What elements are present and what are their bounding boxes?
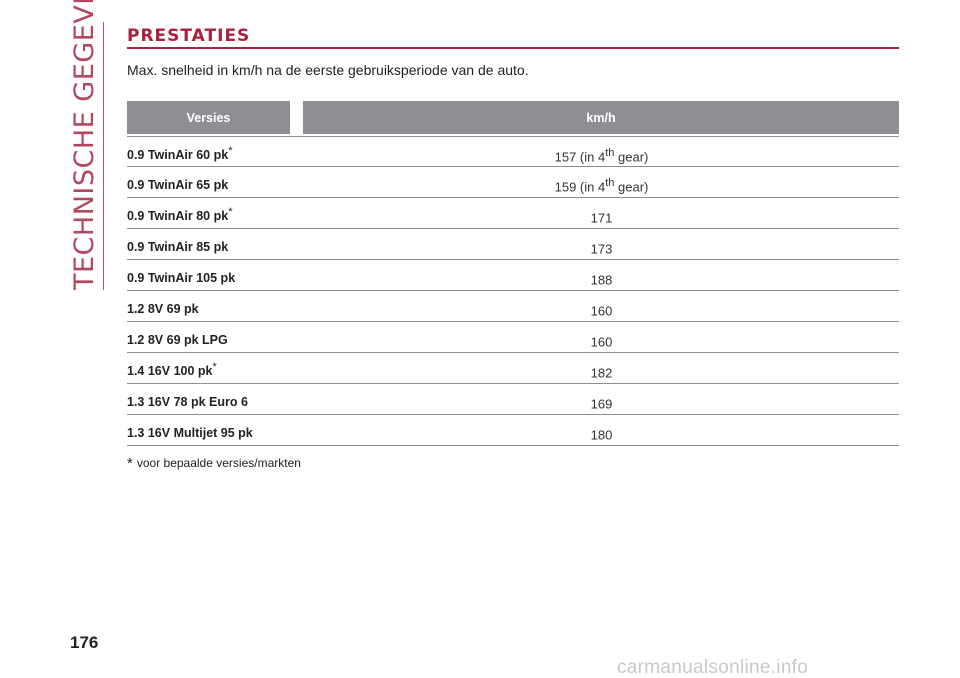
table-row: 0.9 TwinAir 80 pk* 171 xyxy=(127,198,899,229)
table-row: 1.2 8V 69 pk LPG 160 xyxy=(127,322,899,353)
table-row: 1.2 8V 69 pk 160 xyxy=(127,291,899,322)
footnote-text: voor bepaalde versies/markten xyxy=(136,456,301,470)
top-speed-value: 180 xyxy=(590,427,613,443)
version-name: 1.4 16V 100 pk* xyxy=(127,361,217,379)
section-divider xyxy=(103,22,104,290)
table-row: 0.9 TwinAir 105 pk 188 xyxy=(127,260,899,291)
version-name: 1.2 8V 69 pk xyxy=(127,302,199,317)
footnote: * voor bepaalde versies/markten xyxy=(127,455,301,472)
footnote-marker: * xyxy=(212,361,217,373)
top-speed-value: 169 xyxy=(590,396,613,412)
page-number: 176 xyxy=(70,633,99,652)
footnote-marker: * xyxy=(127,455,133,472)
column-header-versies: Versies xyxy=(127,101,290,134)
table-row: 1.3 16V Multijet 95 pk 180 xyxy=(127,415,899,446)
heading-rule xyxy=(127,47,899,49)
page-heading: PRESTATIES xyxy=(127,26,251,46)
table-row: 1.4 16V 100 pk* 182 xyxy=(127,353,899,384)
top-speed-value: 159 (in 4th gear) xyxy=(554,177,649,195)
version-name: 0.9 TwinAir 60 pk* xyxy=(127,145,233,163)
version-name: 1.2 8V 69 pk LPG xyxy=(127,333,228,348)
table-row: 0.9 TwinAir 60 pk* 157 (in 4th gear) xyxy=(127,136,899,167)
version-name: 1.3 16V 78 pk Euro 6 xyxy=(127,395,248,410)
performance-table: 0.9 TwinAir 60 pk* 157 (in 4th gear) 0.9… xyxy=(127,136,899,446)
top-speed-value: 160 xyxy=(590,334,613,350)
watermark: carmanualsonline.info xyxy=(617,657,809,678)
footnote-marker: * xyxy=(228,206,233,218)
section-title-vertical: TECHNISCHE GEGEVENS xyxy=(69,0,100,290)
top-speed-value: 171 xyxy=(590,210,613,226)
version-name: 0.9 TwinAir 85 pk xyxy=(127,240,229,255)
top-speed-value: 160 xyxy=(590,303,613,319)
top-speed-value: 173 xyxy=(590,241,613,257)
version-name: 0.9 TwinAir 65 pk xyxy=(127,178,229,193)
footnote-marker: * xyxy=(228,145,233,157)
table-row: 0.9 TwinAir 85 pk 173 xyxy=(127,229,899,260)
version-name: 0.9 TwinAir 105 pk xyxy=(127,271,236,286)
version-name: 0.9 TwinAir 80 pk* xyxy=(127,206,233,224)
table-row: 0.9 TwinAir 65 pk 159 (in 4th gear) xyxy=(127,167,899,198)
page-subtitle: Max. snelheid in km/h na de eerste gebru… xyxy=(127,62,529,78)
top-speed-value: 157 (in 4th gear) xyxy=(554,147,649,165)
column-header-kmh: km/h xyxy=(303,101,899,134)
table-row: 1.3 16V 78 pk Euro 6 169 xyxy=(127,384,899,415)
version-name: 1.3 16V Multijet 95 pk xyxy=(127,426,253,441)
top-speed-value: 188 xyxy=(590,272,613,288)
top-speed-value: 182 xyxy=(590,365,613,381)
